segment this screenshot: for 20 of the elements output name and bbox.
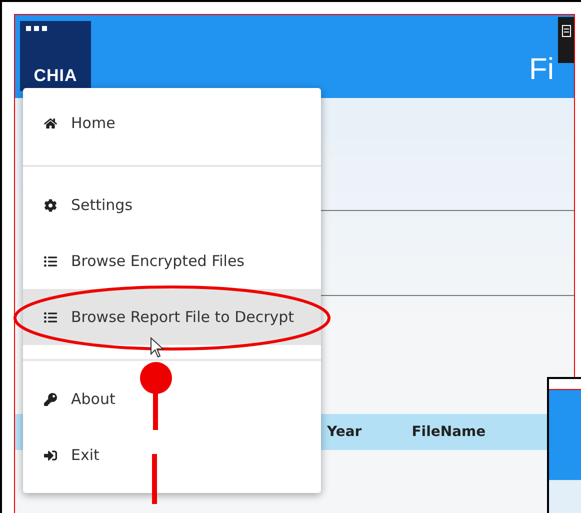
menu-item[interactable]: Browse Encrypted Files (23, 233, 321, 289)
home-icon (44, 116, 59, 130)
settings-icon (44, 198, 59, 212)
dots-icon (26, 26, 48, 32)
menu-item[interactable]: Settings (23, 177, 321, 233)
logo-text: CHIA (34, 66, 78, 86)
list-icon (44, 254, 59, 268)
key-icon (44, 392, 59, 406)
exit-icon (44, 448, 59, 462)
menu-item[interactable]: Exit (23, 427, 321, 483)
side-tab[interactable] (558, 17, 574, 63)
mouse-cursor (150, 336, 164, 358)
page-title: Fi (529, 53, 554, 87)
menu-item[interactable]: Browse Report File to Decrypt (23, 289, 321, 345)
menu-item[interactable]: Home (23, 95, 321, 151)
column-header: FileName (412, 424, 486, 440)
column-header: Year (327, 424, 362, 440)
menu-item[interactable]: About (23, 371, 321, 427)
document-icon (562, 25, 570, 37)
list-icon (44, 310, 59, 324)
